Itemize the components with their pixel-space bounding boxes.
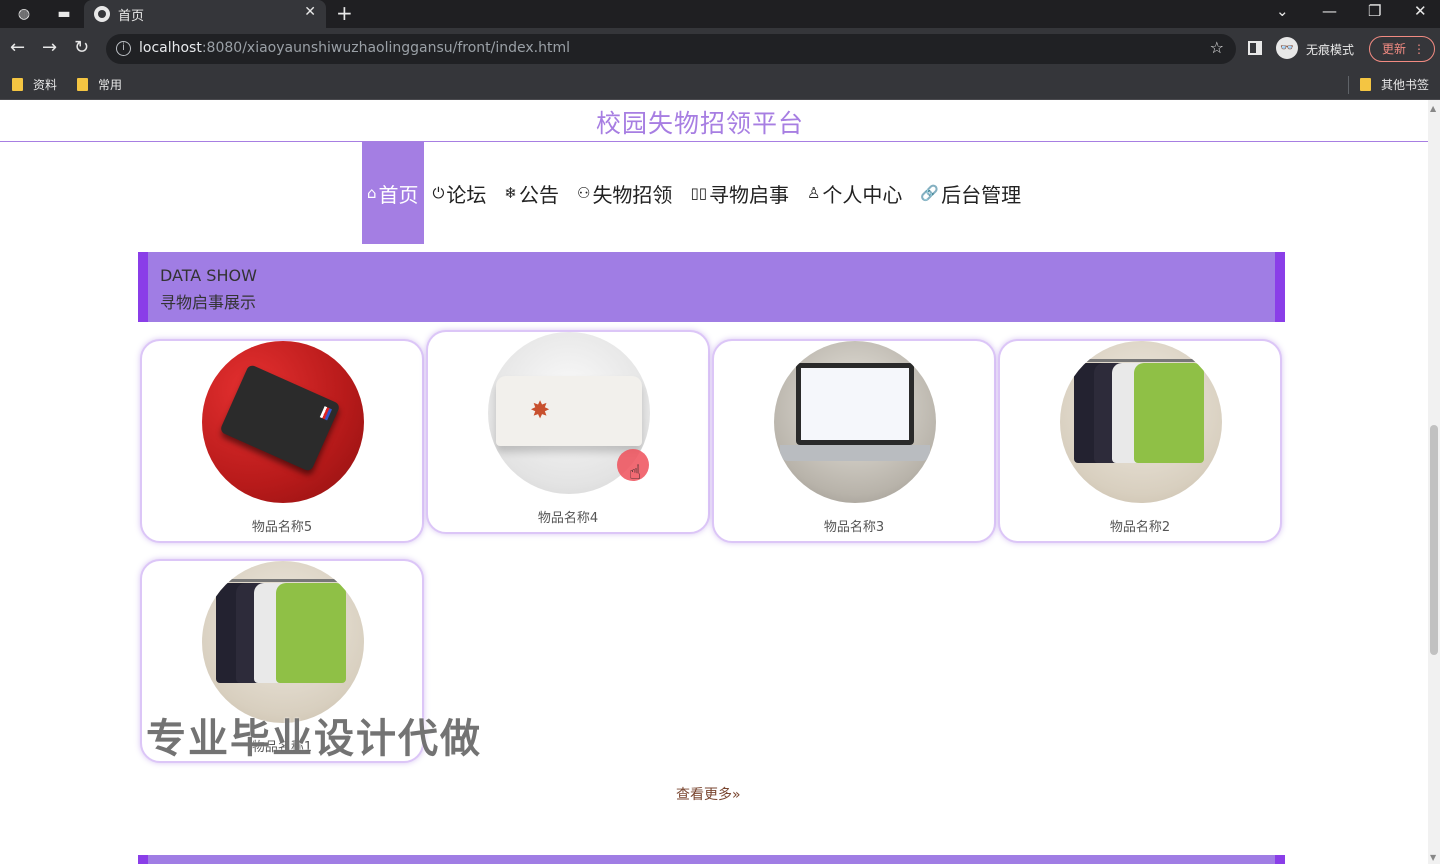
item-name: 物品名称3 (823, 520, 885, 535)
site-title: 校园失物招领平台 (595, 109, 804, 138)
nav-item-personal-center[interactable]: ♙ 个人中心 (798, 142, 911, 244)
next-section-header (138, 855, 1285, 864)
item-card[interactable]: 物品名称3 (712, 339, 996, 543)
hand-cursor-icon: ☝ (629, 460, 642, 484)
nav-item-seek-notice[interactable]: ▯▯ 寻物启事 (681, 142, 798, 244)
update-button[interactable]: 更新 ⋮ (1369, 36, 1435, 62)
item-card[interactable]: 物品名称5 (140, 339, 424, 543)
item-photo-shirts (202, 561, 364, 723)
page-viewport: 校园失物招领平台 ⌂ 首页 ⏻ 论坛 ❄ 公告 ⚇ 失物招领 ▯▯ 寻物启事 ♙ 个人中心 … (0, 100, 1428, 864)
item-name: 物品名称2 (1109, 520, 1171, 535)
item-photo-wallet (202, 341, 364, 503)
nav-item-notice[interactable]: ❄ 公告 (495, 142, 568, 244)
main-nav: ⌂ 首页 ⏻ 论坛 ❄ 公告 ⚇ 失物招领 ▯▯ 寻物启事 ♙ 个人中心 🔗 后台管理 (362, 142, 1030, 244)
forward-arrow-icon[interactable]: → (42, 37, 57, 58)
incognito-icon: 👓 (1276, 37, 1298, 59)
bookmarks-bar: 资料 常用 其他书签 (0, 70, 1440, 100)
restore-window-icon[interactable]: ❐ (1368, 2, 1381, 20)
close-window-icon[interactable]: ✕ (1414, 2, 1427, 20)
columns-icon: ▯▯ (690, 184, 707, 202)
close-tab-icon[interactable]: ✕ (304, 4, 316, 20)
page-scrollbar[interactable]: ▲ ▼ (1428, 100, 1440, 864)
item-card[interactable]: 物品名称2 (998, 339, 1282, 543)
bookmark-folder-changyong[interactable]: 常用 (77, 76, 122, 93)
back-arrow-icon[interactable]: ← (10, 37, 25, 58)
view-more-link[interactable]: 查看更多» (676, 784, 741, 804)
scroll-down-icon[interactable]: ▼ (1430, 853, 1436, 862)
new-tab-button[interactable]: + (336, 1, 353, 25)
link-icon: 🔗 (920, 184, 940, 202)
power-icon: ⏻ (432, 184, 445, 202)
section-header: DATA SHOW 寻物启事展示 (138, 252, 1285, 322)
nav-item-home[interactable]: ⌂ 首页 (362, 142, 424, 244)
reload-icon[interactable]: ↻ (74, 37, 89, 58)
other-bookmarks-folder[interactable]: 其他书签 (1360, 76, 1429, 93)
scrollbar-thumb[interactable] (1430, 425, 1438, 655)
incognito-label: 无痕模式 (1306, 43, 1355, 57)
browser-tab-active[interactable]: 首页 ✕ (84, 0, 326, 28)
bookmarks-divider (1348, 76, 1349, 94)
minimize-window-icon[interactable]: — (1322, 2, 1337, 20)
folder-icon (1360, 78, 1371, 91)
user-icon: ♙ (806, 184, 821, 202)
nav-item-admin[interactable]: 🔗 后台管理 (911, 142, 1030, 244)
item-card[interactable]: ✸ 物品名称4 (426, 330, 710, 534)
tab-title: 首页 (118, 9, 145, 24)
item-name: 物品名称5 (251, 520, 313, 535)
scroll-up-icon[interactable]: ▲ (1430, 104, 1436, 113)
folder-icon (77, 78, 88, 91)
watermark-text: 专业毕业设计代做 (146, 716, 482, 762)
item-photo-shirts (1060, 341, 1222, 503)
snowflake-icon: ❄ (504, 184, 517, 202)
browser-menu-icon[interactable]: ◍ (14, 4, 34, 24)
bookmark-star-icon[interactable]: ☆ (1210, 38, 1224, 57)
nav-item-lost-found[interactable]: ⚇ 失物招领 (568, 142, 681, 244)
tab-list-chevron-icon[interactable]: ⌄ (1276, 2, 1289, 20)
folder-icon (12, 78, 23, 91)
side-panel-icon[interactable] (1248, 41, 1262, 55)
url-text: localhost:8080/xiaoyaunshiwuzhaolinggans… (139, 40, 571, 56)
home-icon: ⌂ (367, 184, 377, 202)
tab-search-icon[interactable]: ▬ (54, 4, 74, 24)
nav-item-forum[interactable]: ⏻ 论坛 (424, 142, 496, 244)
item-name: 物品名称4 (537, 511, 599, 526)
site-info-icon[interactable]: i (116, 41, 131, 56)
palette-icon: ⚇ (576, 184, 591, 202)
globe-icon (94, 6, 110, 22)
browser-tab-strip: ◍ ▬ 首页 ✕ + ⌄ — ❐ ✕ (0, 0, 1440, 28)
browser-toolbar: ← → ↻ i localhost:8080/xiaoyaunshiwuzhao… (0, 28, 1440, 70)
item-photo-laptop (774, 341, 936, 503)
section-title-en: DATA SHOW (160, 266, 257, 285)
bookmark-folder-ziliao[interactable]: 资料 (12, 76, 57, 93)
address-bar[interactable]: i localhost:8080/xiaoyaunshiwuzhaolingga… (106, 34, 1236, 64)
section-title-zh: 寻物启事展示 (160, 293, 257, 312)
more-menu-icon[interactable]: ⋮ (1413, 37, 1425, 61)
